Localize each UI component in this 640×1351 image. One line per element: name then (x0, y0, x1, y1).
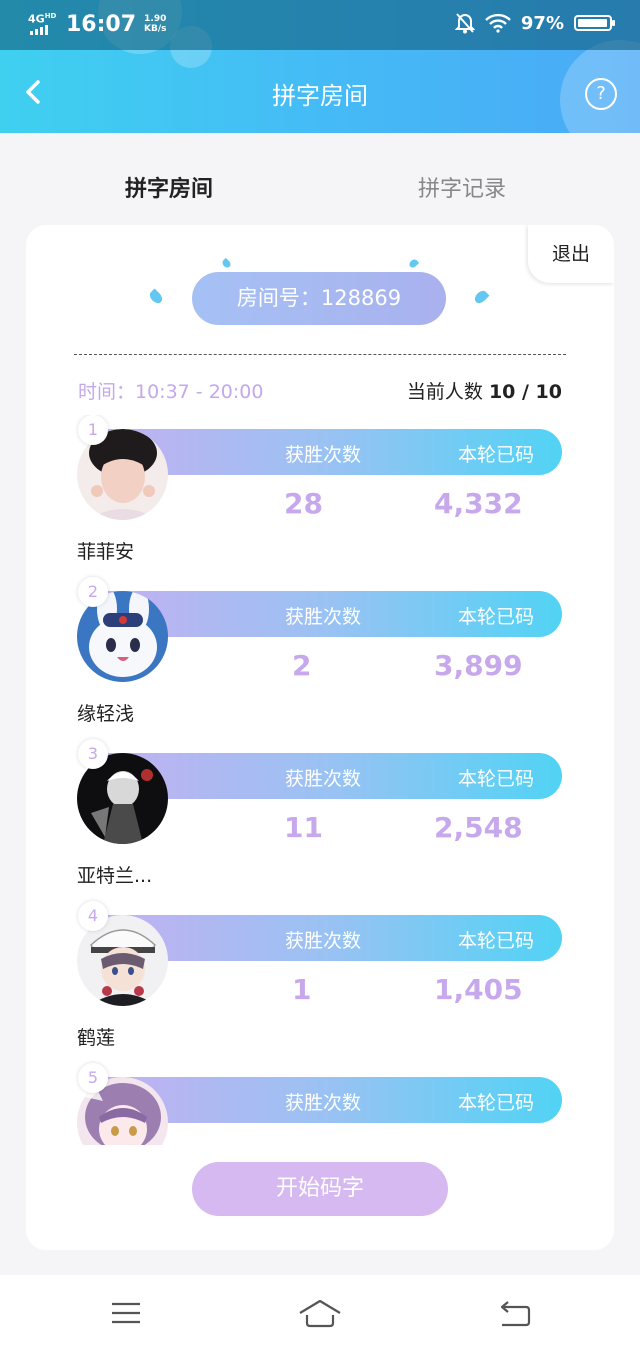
typed-value: 3,899 (434, 649, 523, 682)
divider (74, 354, 566, 355)
rank-badge: 5 (78, 1063, 108, 1093)
typed-header: 本轮已码 (458, 930, 535, 952)
droplet-decoration (472, 288, 490, 306)
droplet-decoration (407, 257, 420, 270)
status-bar: 4GHD 16:07 1.90 KB/s 97% (0, 0, 640, 50)
list-item: 获胜次数 本轮已码 1 28 4,332 菲菲安 (26, 415, 614, 577)
rank-badge: 4 (78, 901, 108, 931)
typed-value: 1,405 (434, 973, 523, 1006)
room-time: 时间：10:37 - 20:00 (78, 381, 264, 403)
network-speed: 1.90 KB/s (144, 14, 167, 34)
wins-value: 28 (284, 487, 323, 520)
battery-icon (574, 15, 615, 31)
typed-header: 本轮已码 (458, 1092, 535, 1114)
tab-bar: 拼字房间 拼字记录 (0, 133, 640, 223)
typed-header: 本轮已码 (458, 444, 535, 466)
list-item: 获胜次数 本轮已码 5 (26, 1063, 614, 1145)
typed-header: 本轮已码 (458, 606, 535, 628)
list-item: 获胜次数 本轮已码 2 2 3,899 缘轻浅 (26, 577, 614, 739)
cell-signal-icon: 4GHD (28, 11, 58, 37)
app-header: 4GHD 16:07 1.90 KB/s 97% 拼字房间 ? (0, 0, 640, 133)
rank-badge: 2 (78, 577, 108, 607)
back-nav-icon[interactable] (494, 1297, 534, 1329)
tab-records[interactable]: 拼字记录 (418, 171, 506, 203)
rank-badge: 3 (78, 739, 108, 769)
room-card: 退出 房间号：128869 时间：10:37 - 20:00 当前人数 10 /… (26, 225, 614, 1250)
rank-badge: 1 (78, 415, 108, 445)
wifi-icon (485, 13, 511, 33)
system-nav-bar (0, 1275, 640, 1351)
list-item: 获胜次数 本轮已码 3 11 2,548 亚特兰... (26, 739, 614, 901)
page-title: 拼字房间 (272, 82, 368, 110)
droplet-decoration (147, 288, 165, 306)
wins-header: 获胜次数 (285, 768, 362, 790)
player-name: 菲菲安 (77, 541, 135, 563)
wins-value: 11 (284, 811, 323, 844)
wins-value: 1 (292, 973, 312, 1006)
tab-room[interactable]: 拼字房间 (125, 171, 213, 203)
list-item: 获胜次数 本轮已码 4 1 1,405 鹤莲 (26, 901, 614, 1063)
player-count: 当前人数 10 / 10 (406, 381, 562, 403)
droplet-decoration (220, 257, 233, 270)
typed-value: 2,548 (434, 811, 523, 844)
bell-muted-icon (454, 13, 475, 34)
help-icon[interactable]: ? (585, 78, 617, 110)
room-number: 房间号：128869 (192, 272, 446, 325)
wins-header: 获胜次数 (285, 606, 362, 628)
player-name: 亚特兰... (77, 865, 153, 887)
player-name: 缘轻浅 (77, 703, 135, 725)
player-name: 鹤莲 (77, 1027, 116, 1049)
typed-header: 本轮已码 (458, 768, 535, 790)
wins-header: 获胜次数 (285, 444, 362, 466)
start-typing-button[interactable]: 开始码字 (192, 1162, 448, 1216)
wins-header: 获胜次数 (285, 930, 362, 952)
clock: 16:07 (66, 11, 137, 37)
menu-icon[interactable] (106, 1297, 146, 1329)
home-icon[interactable] (298, 1297, 342, 1329)
wins-header: 获胜次数 (285, 1092, 362, 1114)
exit-button[interactable]: 退出 (528, 225, 614, 283)
player-list[interactable]: 获胜次数 本轮已码 1 28 4,332 菲菲安 获胜次数 本轮已码 2 2 3… (26, 415, 614, 1145)
typed-value: 4,332 (434, 487, 523, 520)
wins-value: 2 (292, 649, 312, 682)
battery-percent: 97% (520, 12, 564, 34)
